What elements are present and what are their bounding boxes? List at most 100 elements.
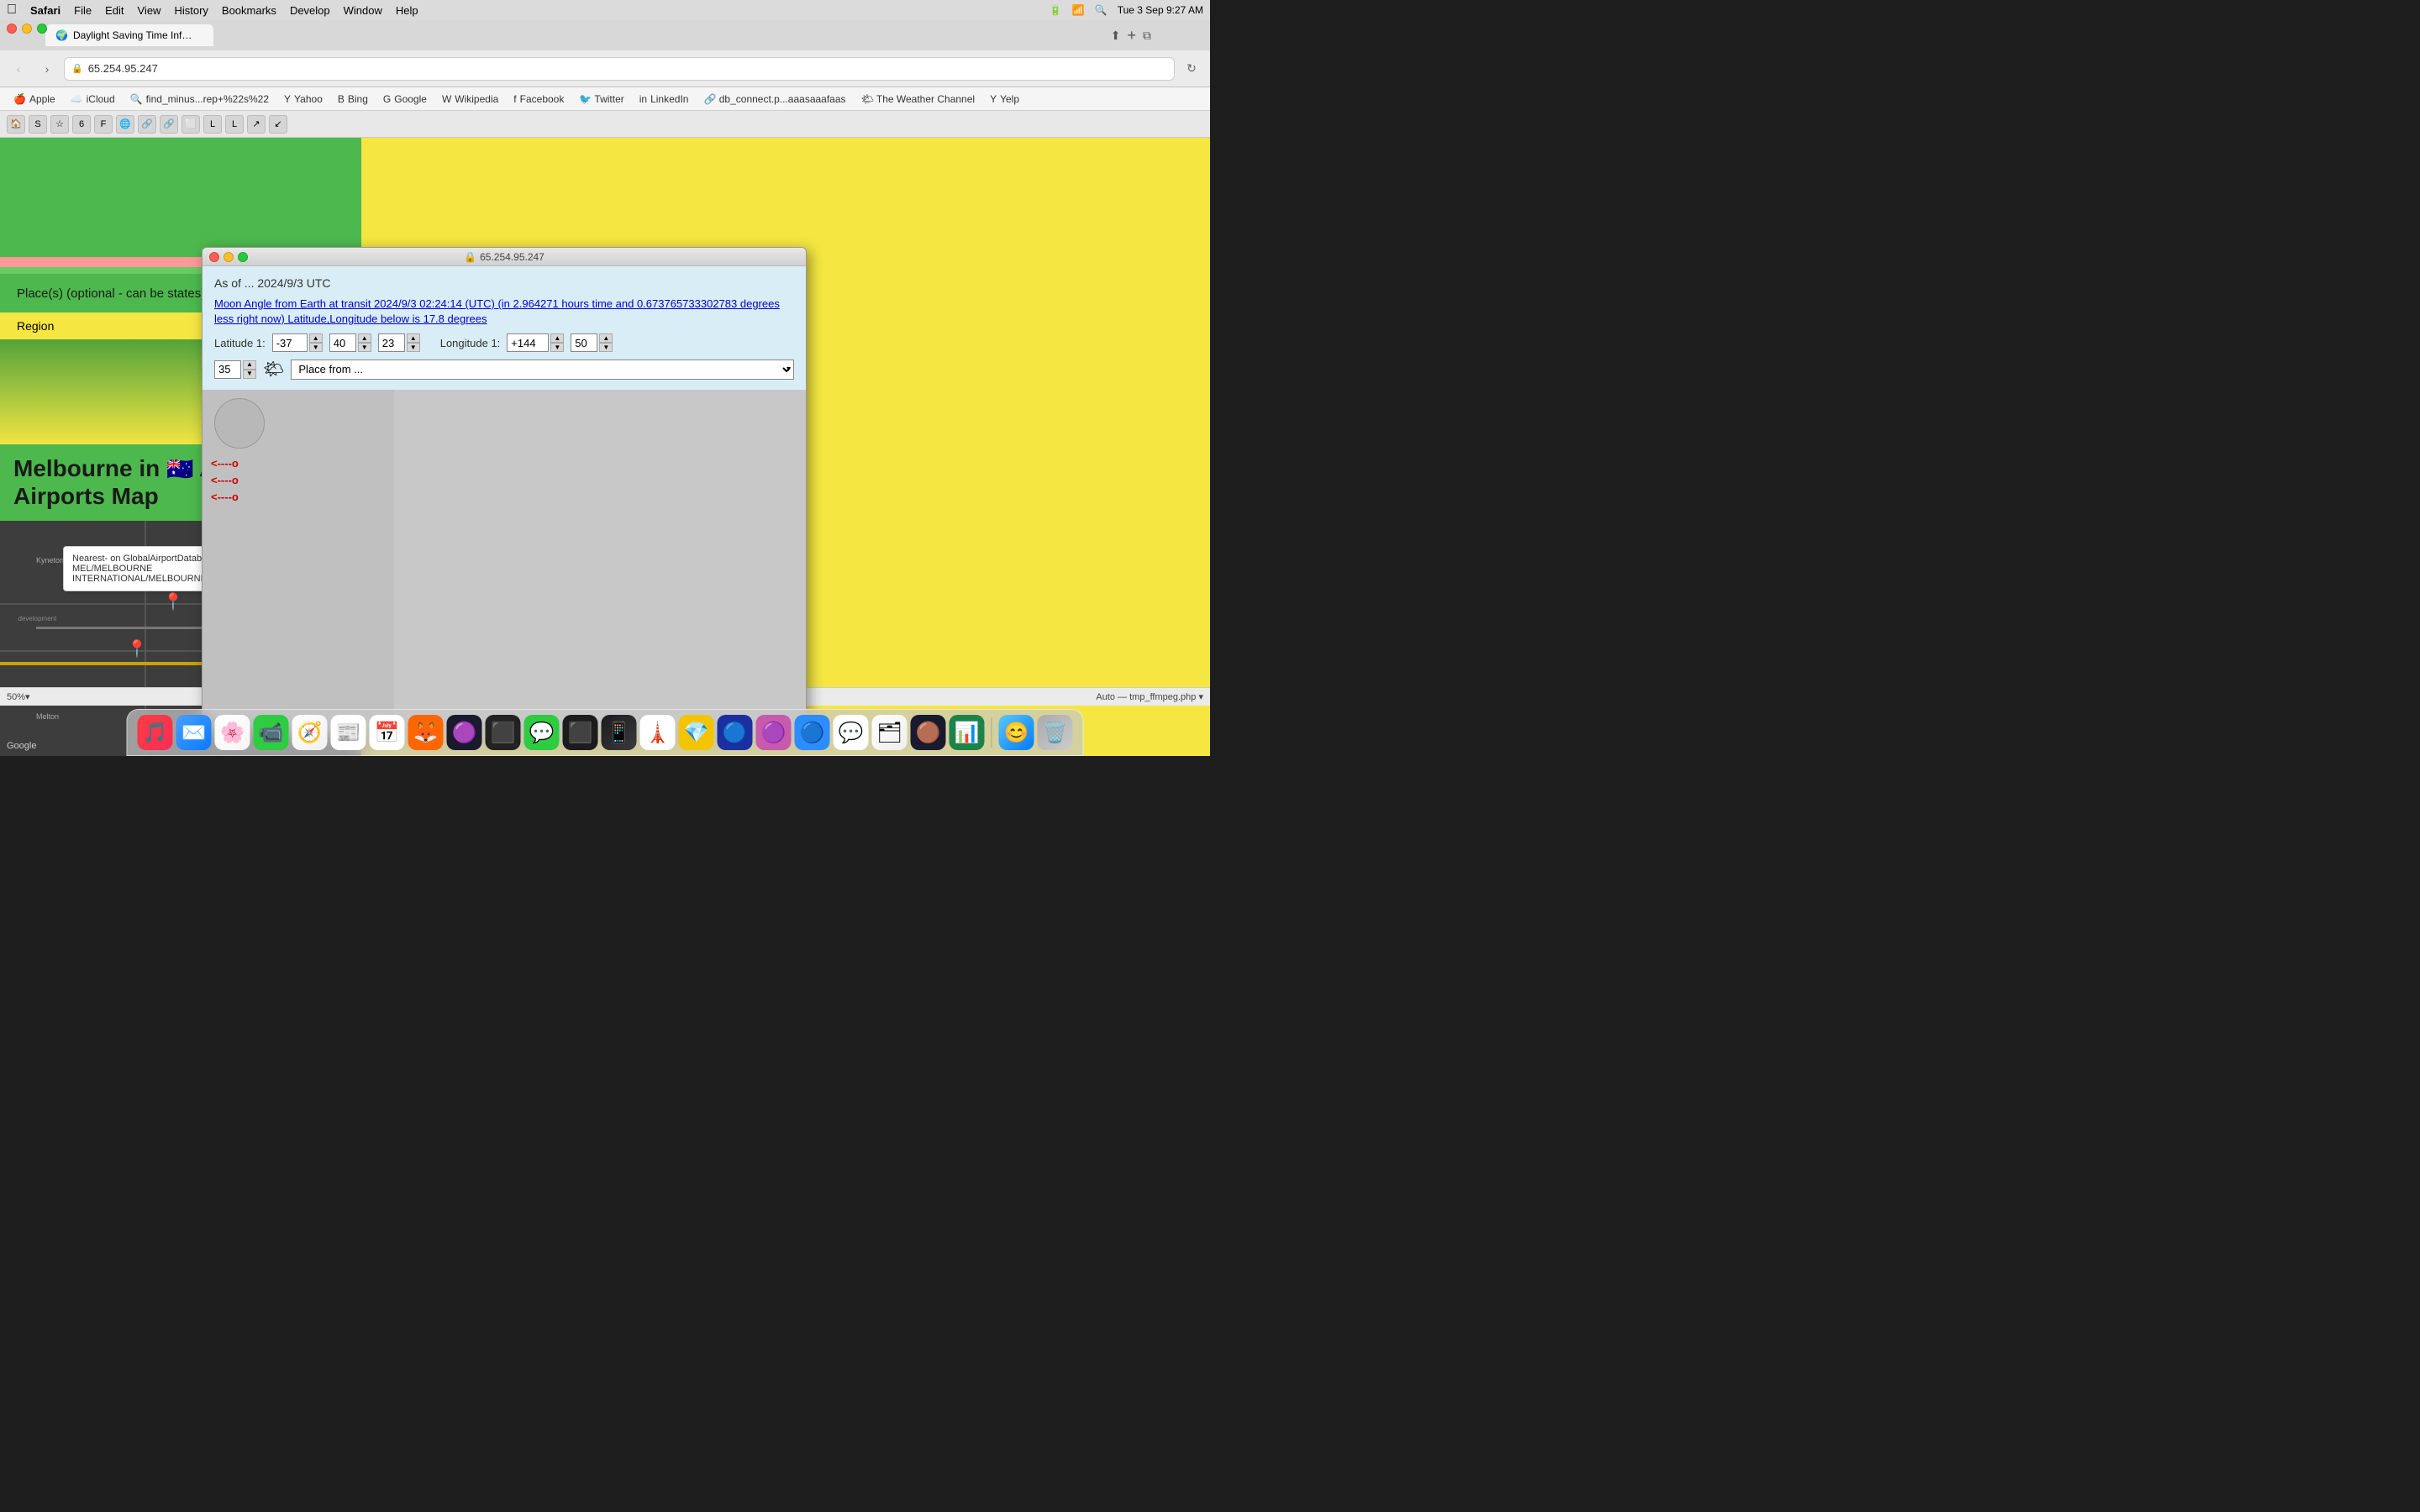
apple-menu[interactable]:  [7, 3, 17, 18]
bookmark-yahoo[interactable]: Y Yahoo [277, 92, 329, 107]
dock-tower2[interactable]: 🗼 [640, 715, 676, 750]
bookmark-google[interactable]: G Google [376, 92, 434, 107]
dock-tableplus[interactable]: 🗂 [872, 715, 908, 750]
bookmark-db[interactable]: 🔗 db_connect.p...aaasaaafaas [697, 92, 852, 107]
tb2-arrow[interactable]: ↗ [247, 115, 266, 134]
lat-step-up-3[interactable]: ▲ [407, 333, 420, 343]
tb2-arrow2[interactable]: ↙ [269, 115, 287, 134]
menu-bookmarks[interactable]: Bookmarks [222, 4, 276, 17]
dock-news[interactable]: 📰 [331, 715, 366, 750]
lon-step-up-2[interactable]: ▲ [599, 333, 613, 343]
sidebar-icon[interactable]: ⧉ [1143, 29, 1151, 43]
bookmark-weather[interactable]: 🌤 The Weather Channel [855, 92, 982, 107]
lat-extra-step-up[interactable]: ▲ [243, 360, 256, 370]
tb2-link[interactable]: 🔗 [138, 115, 156, 134]
dock-mail[interactable]: ✉️ [176, 715, 212, 750]
bookmark-yelp[interactable]: Y Yelp [983, 92, 1026, 107]
tb2-home[interactable]: 🏠 [7, 115, 25, 134]
dock-affinity[interactable]: 🔵 [718, 715, 753, 750]
dock-music[interactable]: 🎵 [138, 715, 173, 750]
lon-step-up-1[interactable]: ▲ [550, 333, 564, 343]
lon-value-1[interactable]: +144 [507, 333, 549, 352]
lat-value-1[interactable]: -37 [272, 333, 308, 352]
dock-ff[interactable]: 🦊 [408, 715, 444, 750]
tb2-b[interactable]: 6 [72, 115, 91, 134]
dock-iterm[interactable]: ⬛ [563, 715, 598, 750]
lon-value-2[interactable]: 50 [571, 333, 597, 352]
lat-step-down-2[interactable]: ▼ [358, 343, 371, 352]
map-pin-blue[interactable]: 📍 [163, 591, 184, 612]
popup-maximize-button[interactable] [238, 252, 248, 262]
active-tab[interactable]: 🌍 Daylight Saving Time Inf… [45, 24, 213, 46]
lat-step-down-1[interactable]: ▼ [309, 343, 323, 352]
menu-help[interactable]: Help [396, 4, 418, 17]
maximize-button[interactable] [37, 24, 47, 34]
dock-finder[interactable]: 😊 [999, 715, 1034, 750]
lon-step-down-1[interactable]: ▼ [550, 343, 564, 352]
tb2-l2[interactable]: L [225, 115, 244, 134]
menu-app[interactable]: Safari [30, 4, 60, 17]
popup-minimize-button[interactable] [224, 252, 234, 262]
tb2-globe[interactable]: 🌐 [116, 115, 134, 134]
dock-sketch[interactable]: 💎 [679, 715, 714, 750]
dock-photos[interactable]: 🌸 [215, 715, 250, 750]
place-from-select[interactable]: Place from ... [291, 360, 794, 380]
bookmark-bing[interactable]: B Bing [331, 92, 375, 107]
bookmark-find[interactable]: 🔍 find_minus...rep+%22s%22 [124, 92, 276, 107]
tb2-star[interactable]: ☆ [50, 115, 69, 134]
popup-close-button[interactable] [209, 252, 219, 262]
dock-numbers[interactable]: 📊 [950, 715, 985, 750]
popup-date-row: As of ... 2024/9/3 UTC [214, 276, 794, 290]
lat-extra-value[interactable]: 35 [214, 360, 241, 379]
dock-msg[interactable]: 💬 [524, 715, 560, 750]
lat-step-up-1[interactable]: ▲ [309, 333, 323, 343]
new-tab-icon[interactable]: + [1127, 27, 1136, 45]
dock-bt[interactable]: ⬛ [486, 715, 521, 750]
tb2-s[interactable]: S [29, 115, 47, 134]
bookmark-linkedin[interactable]: in LinkedIn [633, 92, 696, 107]
dock-iphone[interactable]: 📱 [602, 715, 637, 750]
dock-affinity2[interactable]: 🟣 [756, 715, 792, 750]
popup-moon-link[interactable]: Moon Angle from Earth at transit 2024/9/… [214, 297, 794, 327]
bookmark-apple[interactable]: 🍎 Apple [7, 92, 62, 107]
tb2-f[interactable]: F [94, 115, 113, 134]
search-icon[interactable]: 🔍 [1095, 4, 1107, 16]
dock-zoom[interactable]: 🔵 [795, 715, 830, 750]
map-pin-red1[interactable]: 📍 [127, 638, 148, 659]
bookmark-twitter[interactable]: 🐦 Twitter [572, 92, 630, 107]
tb2-box[interactable]: ⬜ [182, 115, 200, 134]
dock-canister[interactable]: 🟣 [447, 715, 482, 750]
zoom-arrow[interactable]: ▾ [25, 691, 30, 702]
tb2-l[interactable]: L [203, 115, 222, 134]
minimize-button[interactable] [22, 24, 32, 34]
tb2-link2[interactable]: 🔗 [160, 115, 178, 134]
share-icon[interactable]: ⬆ [1111, 29, 1121, 43]
menu-file[interactable]: File [74, 4, 92, 17]
dock-trash[interactable]: 🗑️ [1038, 715, 1073, 750]
menu-window[interactable]: Window [344, 4, 382, 17]
moon-circle [214, 398, 265, 449]
lat-value-2[interactable]: 40 [329, 333, 356, 352]
address-bar[interactable]: 🔒 65.254.95.247 [64, 57, 1175, 81]
lon-step-down-2[interactable]: ▼ [599, 343, 613, 352]
forward-button[interactable]: › [35, 57, 59, 81]
lat-extra-step-down[interactable]: ▼ [243, 370, 256, 379]
bookmark-facebook[interactable]: f Facebook [507, 92, 571, 107]
dock-sequel[interactable]: 🟤 [911, 715, 946, 750]
bookmark-wikipedia[interactable]: W Wikipedia [435, 92, 505, 107]
lat-step-down-3[interactable]: ▼ [407, 343, 420, 352]
reload-button[interactable]: ↻ [1180, 57, 1203, 81]
lat-value-3[interactable]: 23 [378, 333, 405, 352]
menu-edit[interactable]: Edit [105, 4, 124, 17]
bookmark-icloud[interactable]: ☁️ iCloud [64, 92, 122, 107]
dock-calendar[interactable]: 📅 [370, 715, 405, 750]
menu-view[interactable]: View [138, 4, 161, 17]
close-button[interactable] [7, 24, 17, 34]
dock-slack[interactable]: 💬 [834, 715, 869, 750]
back-button[interactable]: ‹ [7, 57, 30, 81]
lat-step-up-2[interactable]: ▲ [358, 333, 371, 343]
menu-history[interactable]: History [174, 4, 208, 17]
menu-develop[interactable]: Develop [290, 4, 330, 17]
dock-safari[interactable]: 🧭 [292, 715, 328, 750]
dock-facetime[interactable]: 📹 [254, 715, 289, 750]
